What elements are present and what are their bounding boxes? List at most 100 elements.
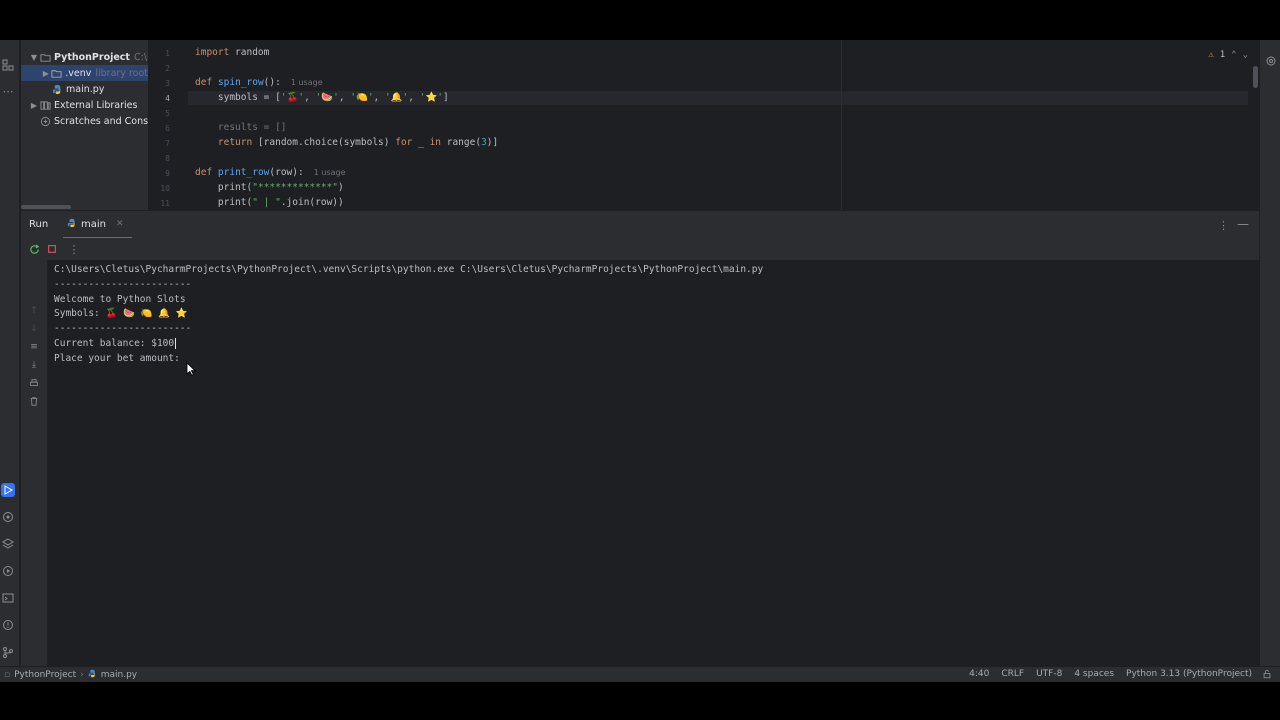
- string-literal: " | ": [252, 197, 281, 208]
- print-icon[interactable]: [27, 376, 41, 390]
- bottom-letterbox: [0, 682, 1280, 720]
- more-tools-icon[interactable]: ⋯: [1, 84, 15, 98]
- scratches-icon: [39, 115, 51, 127]
- layers-icon[interactable]: [1, 537, 15, 551]
- library-icon: [39, 99, 51, 111]
- keyword: in: [429, 137, 442, 148]
- keyword: def: [195, 77, 213, 88]
- tree-external-libraries-row[interactable]: ▶ External Libraries: [29, 97, 138, 113]
- python-file-icon: [88, 669, 97, 681]
- code-text: ,: [338, 92, 351, 103]
- breadcrumb-project[interactable]: PythonProject: [14, 670, 76, 680]
- tree-main-file-row[interactable]: main.py: [51, 81, 104, 97]
- console-line: Current balance: $100: [54, 338, 177, 349]
- problems-icon[interactable]: [1, 618, 15, 632]
- run-tool-icon[interactable]: [1, 483, 15, 497]
- more-icon[interactable]: ⋮: [67, 242, 81, 256]
- code-editor[interactable]: 1 2 3 4 5 6 7 8 9 10 11 import random de…: [148, 40, 1260, 210]
- git-icon[interactable]: [1, 645, 15, 659]
- structure-icon[interactable]: [1, 58, 15, 72]
- code-text: random: [229, 47, 270, 58]
- run-toolbar: ⋮: [21, 238, 1259, 260]
- inspection-widget[interactable]: ⚠ 1 ⌃ ⌄: [1208, 50, 1248, 60]
- line-number: 3: [165, 79, 170, 88]
- file-encoding[interactable]: UTF-8: [1036, 669, 1062, 679]
- line-number: 9: [165, 169, 170, 178]
- code-text: ]: [443, 92, 449, 103]
- function-name: spin_row: [217, 77, 264, 88]
- usage-hint[interactable]: 1 usage: [291, 78, 323, 87]
- right-margin-guide: [841, 40, 842, 210]
- ai-assistant-icon[interactable]: [1264, 54, 1278, 68]
- scroll-to-end-icon[interactable]: ⤓: [27, 358, 41, 372]
- code-line-10: print("*************"): [195, 182, 344, 193]
- arrow-up-icon[interactable]: ↑: [27, 304, 41, 318]
- tree-scratches-row[interactable]: Scratches and Consoles: [39, 113, 148, 129]
- breadcrumb: ▫ PythonProject › main.py: [4, 669, 137, 681]
- console-input-prompt[interactable]: Place your bet amount:: [54, 353, 180, 364]
- run-panel-title[interactable]: Run: [29, 219, 48, 230]
- soft-wrap-icon[interactable]: ≡: [27, 340, 41, 354]
- chevron-down-icon[interactable]: ⌄: [1243, 50, 1248, 60]
- caret-position[interactable]: 4:40: [969, 669, 989, 679]
- rerun-icon[interactable]: [27, 242, 41, 256]
- string-literal: "*************": [252, 182, 338, 193]
- tree-root-row[interactable]: ▼ PythonProject C:\Users: [29, 49, 148, 65]
- trash-icon[interactable]: [27, 394, 41, 408]
- code-text: )]: [486, 137, 499, 148]
- console-command-line: C:\Users\Cletus\PycharmProjects\PythonPr…: [54, 264, 764, 275]
- code-line-3: def spin_row(): 1 usage: [195, 77, 323, 88]
- python-file-icon: [67, 218, 77, 231]
- status-bar: ▫ PythonProject › main.py 4:40 CRLF UTF-…: [0, 666, 1280, 682]
- python-interpreter[interactable]: Python 3.13 (PythonProject): [1126, 669, 1252, 679]
- console-output[interactable]: C:\Users\Cletus\PycharmProjects\PythonPr…: [47, 260, 1259, 666]
- code-text: ,: [304, 92, 316, 103]
- string-literal: '⭐': [419, 92, 444, 103]
- line-number: 6: [165, 124, 170, 133]
- usage-hint[interactable]: 1 usage: [314, 168, 346, 177]
- keyword: import: [195, 47, 230, 58]
- services-icon[interactable]: [1, 564, 15, 578]
- line-ending[interactable]: CRLF: [1001, 669, 1024, 679]
- lock-icon[interactable]: [1262, 669, 1272, 682]
- minimize-icon[interactable]: —: [1237, 217, 1249, 231]
- status-widgets: 4:40 CRLF UTF-8 4 spaces Python 3.13 (Py…: [969, 669, 1252, 679]
- warning-icon: ⚠: [1208, 50, 1214, 60]
- python-packages-icon[interactable]: [1, 510, 15, 524]
- close-icon[interactable]: ✕: [116, 219, 124, 229]
- line-number: 1: [165, 49, 170, 58]
- terminal-icon[interactable]: [1, 591, 15, 605]
- line-number: 5: [165, 109, 170, 118]
- external-libraries-label: External Libraries: [54, 99, 138, 111]
- tab-main[interactable]: main ✕: [63, 211, 132, 239]
- breadcrumb-file[interactable]: main.py: [101, 670, 137, 680]
- project-horizontal-scrollbar[interactable]: [21, 205, 71, 209]
- console-balance-text: Current balance: $100: [54, 338, 175, 349]
- console-line: ------------------------: [54, 279, 192, 290]
- code-line-4: symbols = ['🍒', '🍉', '🍋', '🔔', '⭐']: [195, 92, 449, 103]
- editor-vertical-scrollbar[interactable]: [1253, 66, 1258, 88]
- arrow-down-icon[interactable]: ↓: [27, 322, 41, 336]
- project-tool-window: ▼ PythonProject C:\Users ▶ .venv library…: [21, 40, 148, 210]
- more-options-icon[interactable]: ⋮: [1218, 219, 1229, 232]
- code-text: ,: [408, 92, 420, 103]
- code-text: ():: [263, 77, 281, 88]
- text-caret: [175, 338, 177, 349]
- code-text: (row):: [269, 167, 304, 178]
- breadcrumb-separator: ›: [80, 670, 84, 680]
- tree-venv-row[interactable]: ▶ .venv library root: [21, 65, 148, 81]
- chevron-down-icon[interactable]: ▼: [29, 53, 39, 62]
- scratches-label: Scratches and Consoles: [54, 115, 148, 127]
- venv-name: .venv: [65, 67, 92, 79]
- code-text: ): [338, 182, 344, 193]
- python-file-icon: [51, 83, 63, 95]
- indent-setting[interactable]: 4 spaces: [1074, 669, 1114, 679]
- chevron-right-icon[interactable]: ▶: [41, 69, 51, 78]
- chevron-right-icon[interactable]: ▶: [29, 101, 39, 110]
- string-literal: '🍉': [315, 92, 339, 103]
- line-number: 7: [165, 139, 170, 148]
- line-number: 4: [165, 94, 170, 103]
- stop-icon[interactable]: [45, 242, 59, 256]
- main-file-name: main.py: [66, 83, 105, 95]
- chevron-up-icon[interactable]: ⌃: [1231, 50, 1236, 60]
